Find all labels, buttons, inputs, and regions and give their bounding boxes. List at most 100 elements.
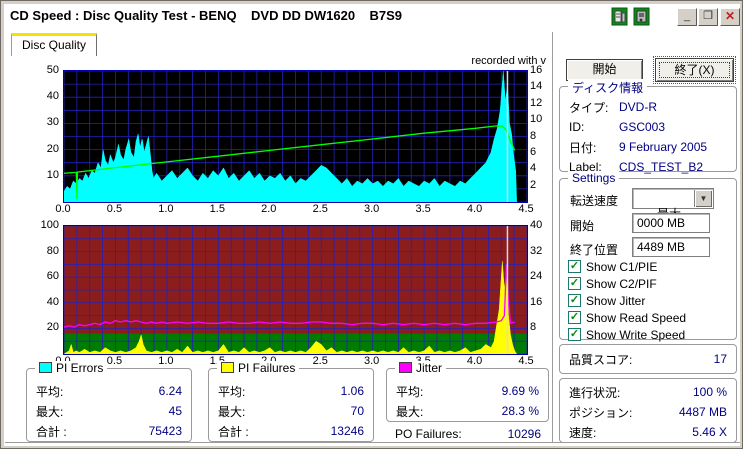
window-title: CD Speed : Disc Quality Test - BENQ DVD … bbox=[10, 8, 403, 23]
show-c2-pif-checkbox[interactable]: ✓ bbox=[568, 277, 581, 290]
x-axis-tick-label: 3.0 bbox=[364, 203, 380, 215]
y-axis-tick-label: 20 bbox=[46, 142, 59, 155]
checkbox-row: ✓ Show C1/PIE bbox=[568, 260, 686, 274]
disc-info-box: ディスク情報 タイプ: DVD-R ID: GSC003 日付: 9 February 2… bbox=[559, 79, 737, 174]
y-axis-tick-label: 32 bbox=[530, 244, 543, 257]
checkbox-row: ✓ Show Write Speed bbox=[568, 327, 686, 342]
info-row: 合計 : 13246 bbox=[218, 421, 364, 441]
x-axis-tick-label: 1.0 bbox=[158, 355, 174, 367]
pi-errors-chart bbox=[63, 70, 528, 203]
exit-button[interactable]: 終了(X) bbox=[653, 56, 736, 84]
disc-info-label: ID: bbox=[569, 120, 585, 134]
stat-label: 最大: bbox=[218, 404, 246, 419]
y-axis-tick-label: 40 bbox=[530, 219, 543, 231]
status-value: 5.46 X bbox=[692, 425, 727, 439]
quality-score-label: 品質スコア: bbox=[569, 352, 633, 367]
show-jitter-checkbox[interactable]: ✓ bbox=[568, 294, 581, 307]
x-axis-tick-label: 2.5 bbox=[312, 355, 328, 367]
jitter-pif-chart bbox=[63, 225, 528, 355]
stat-label: 合計 : bbox=[218, 424, 249, 439]
status-value: 4487 MB bbox=[678, 405, 727, 419]
title-bar: CD Speed : Disc Quality Test - BENQ DVD … bbox=[4, 4, 740, 29]
x-axis-tick-label: 2.0 bbox=[261, 203, 277, 215]
panel-divider bbox=[552, 32, 554, 442]
end-position-field[interactable]: 4489 MB bbox=[632, 237, 710, 257]
start-position-label: 開始 bbox=[570, 219, 595, 233]
stat-value: 28.3 % bbox=[501, 404, 539, 418]
tray-drive-icon bbox=[633, 7, 650, 26]
stat-value: 45 bbox=[168, 404, 182, 418]
x-axis-tick-label: 3.5 bbox=[415, 203, 431, 215]
recorded-with-label: recorded with v bbox=[471, 55, 546, 67]
minimize-button[interactable]: _ bbox=[677, 8, 697, 26]
close-button[interactable]: ✕ bbox=[720, 8, 740, 26]
show-write-speed-checkbox[interactable]: ✓ bbox=[568, 328, 581, 341]
jitter-legend-box: Jitter 平均: 9.69 % 最大: 28.3 % bbox=[386, 361, 549, 422]
progress-box: 進行状況: 100 % ポジション: 4487 MB 速度: 5.46 X bbox=[559, 378, 737, 443]
tray-book-icon bbox=[611, 7, 628, 26]
x-axis-tick-label: 4.5 bbox=[518, 355, 534, 367]
tab-disc-quality[interactable]: Disc Quality bbox=[11, 33, 97, 56]
checkbox-label: Show Read Speed bbox=[586, 310, 687, 325]
pi-errors-legend-box: PI Errors 平均: 6.24 最大: 45 合計 :75423 bbox=[26, 361, 192, 442]
info-row: 最大: 45 bbox=[36, 401, 182, 421]
y-axis-tick-label: 8 bbox=[530, 129, 537, 142]
status-label: 進行状況: bbox=[569, 385, 621, 400]
tab-label: Disc Quality bbox=[21, 38, 86, 52]
info-row: 合計 : 75423 bbox=[36, 421, 182, 441]
x-axis-tick-label: 4.5 bbox=[518, 203, 534, 215]
status-label: 速度: bbox=[569, 425, 597, 440]
stat-label: 平均: bbox=[36, 384, 64, 399]
info-row: 平均: 9.69 % bbox=[396, 381, 539, 401]
show-read-speed-checkbox[interactable]: ✓ bbox=[568, 311, 581, 324]
settings-box: Settings 転送速度 最大 ▼ 開始 0000 MB 終了位置 4489 … bbox=[559, 171, 737, 342]
y-axis-tick-label: 14 bbox=[530, 80, 543, 93]
y-axis-tick-label: 6 bbox=[530, 145, 537, 158]
show-c1-pie-checkbox[interactable]: ✓ bbox=[568, 260, 581, 273]
y-axis-tick-label: 20 bbox=[46, 321, 59, 334]
disc-info-label: タイプ: bbox=[569, 100, 609, 115]
info-row: 最大: 28.3 % bbox=[396, 401, 539, 421]
start-position-field[interactable]: 0000 MB bbox=[632, 213, 710, 233]
status-value: 100 % bbox=[692, 385, 727, 399]
y-axis-tick-label: 40 bbox=[46, 90, 59, 103]
quality-score-box: 品質スコア: 17 bbox=[559, 344, 737, 374]
info-row: 平均: 6.24 bbox=[36, 381, 182, 401]
info-row: 最大: 70 bbox=[218, 401, 364, 421]
chevron-down-icon[interactable]: ▼ bbox=[694, 190, 712, 207]
maximize-button[interactable]: ❐ bbox=[698, 8, 718, 26]
x-axis-tick-label: 1.0 bbox=[158, 203, 174, 215]
info-row: ID: GSC003 bbox=[569, 117, 727, 137]
x-axis-tick-label: 2.5 bbox=[312, 203, 328, 215]
x-axis-tick-label: 0.0 bbox=[55, 203, 71, 215]
settings-title: Settings bbox=[568, 171, 620, 185]
stat-label: 平均: bbox=[396, 384, 424, 399]
disc-info-value: 9 February 2005 bbox=[619, 140, 708, 154]
transfer-speed-combobox[interactable]: 最大 ▼ bbox=[632, 188, 714, 221]
stat-label: 最大: bbox=[36, 404, 64, 419]
info-row: 進行状況: 100 % bbox=[569, 382, 727, 402]
y-axis-tick-label: 12 bbox=[530, 96, 543, 109]
stat-label: 合計 : bbox=[36, 424, 67, 439]
y-axis-tick-label: 16 bbox=[530, 295, 543, 308]
x-axis-tick-label: 0.5 bbox=[106, 203, 123, 215]
x-axis-tick-label: 3.0 bbox=[364, 355, 380, 367]
checkbox-label: Show Write Speed bbox=[586, 327, 686, 342]
checkbox-label: Show C2/PIF bbox=[586, 276, 657, 291]
start-button[interactable]: 開始 bbox=[566, 59, 643, 81]
checkbox-row: ✓ Show Read Speed bbox=[568, 310, 687, 325]
y-axis-tick-label: 24 bbox=[530, 270, 543, 283]
stat-value: 70 bbox=[350, 404, 364, 418]
disc-info-value: GSC003 bbox=[619, 120, 666, 134]
status-label: ポジション: bbox=[569, 405, 633, 420]
info-row: タイプ: DVD-R bbox=[569, 97, 727, 117]
checkbox-row: ✓ Show C2/PIF bbox=[568, 276, 686, 291]
stat-value: 6.24 bbox=[158, 384, 182, 398]
info-row: 速度: 5.46 X bbox=[569, 422, 727, 442]
x-axis-tick-label: 1.5 bbox=[209, 203, 225, 215]
info-row: 日付: 9 February 2005 bbox=[569, 137, 727, 157]
y-axis-tick-label: 10 bbox=[530, 113, 543, 126]
stat-label: 最大: bbox=[396, 404, 424, 419]
stat-value: 1.06 bbox=[340, 384, 364, 398]
y-axis-tick-label: 50 bbox=[46, 64, 59, 76]
